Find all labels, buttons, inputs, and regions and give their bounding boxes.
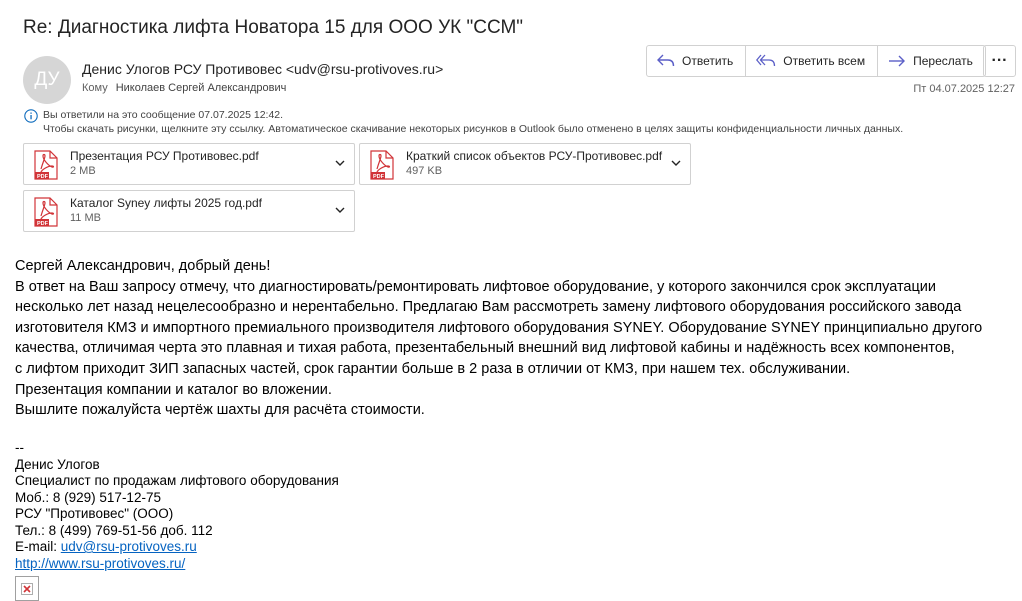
attachment-size: 11 MB bbox=[70, 212, 101, 224]
body-line: Вышлите пожалуйста чертёж шахты для расч… bbox=[15, 402, 425, 419]
signature-phone: Тел.: 8 (499) 769-51-56 доб. 112 bbox=[15, 522, 213, 538]
email-subject: Re: Диагностика лифта Новатора 15 для ОО… bbox=[23, 17, 524, 38]
chevron-down-icon[interactable] bbox=[670, 157, 682, 169]
attachment-item[interactable]: PDF Презентация РСУ Противовес.pdf 2 MB bbox=[23, 143, 355, 185]
pdf-icon: PDF bbox=[34, 150, 58, 180]
reply-label: Ответить bbox=[682, 54, 734, 68]
signature-website-row: http://www.rsu-protivoves.ru/ bbox=[15, 556, 339, 573]
attachment-size: 2 MB bbox=[70, 165, 96, 177]
reply-icon bbox=[657, 54, 675, 67]
to-label: Кому bbox=[82, 82, 108, 94]
attachment-name: Презентация РСУ Противовес.pdf bbox=[70, 149, 259, 163]
svg-text:PDF: PDF bbox=[373, 174, 385, 180]
forward-icon bbox=[889, 55, 906, 67]
message-body: Сергей Александрович, добрый день! В отв… bbox=[15, 256, 1015, 421]
greeting: Сергей Александрович, добрый день! bbox=[15, 258, 271, 274]
recipient-name[interactable]: Николаев Сергей Александрович bbox=[116, 82, 287, 94]
reply-toolbar: Ответить Ответить всем Переслать bbox=[646, 45, 986, 77]
signature-name: Денис Улогов bbox=[15, 456, 100, 472]
chevron-down-icon[interactable] bbox=[334, 204, 346, 216]
svg-text:PDF: PDF bbox=[37, 221, 49, 227]
pdf-icon: PDF bbox=[370, 150, 394, 180]
attachment-name: Краткий список объектов РСУ-Противовес.p… bbox=[406, 149, 663, 163]
email-label: E-mail: bbox=[15, 539, 61, 554]
body-line: несколько лет назад нецелесообразно и не… bbox=[15, 299, 962, 316]
body-line: изготовителя КМЗ и импортного премиально… bbox=[15, 319, 983, 336]
website-link[interactable]: http://www.rsu-protivoves.ru/ bbox=[15, 556, 185, 571]
info-icon bbox=[24, 109, 38, 123]
info-bar: Вы ответили на это сообщение 07.07.2025 … bbox=[24, 108, 903, 136]
attachment-size: 497 KB bbox=[406, 165, 443, 177]
signature-email-row: E-mail: udv@rsu-protivoves.ru bbox=[15, 539, 339, 556]
replied-notice: Вы ответили на это сообщение 07.07.2025 … bbox=[43, 109, 284, 121]
signature-company: РСУ "Противовес" (ООО) bbox=[15, 506, 174, 521]
signature: -- Денис Улогов Специалист по продажам л… bbox=[15, 440, 339, 572]
chevron-down-icon[interactable] bbox=[334, 157, 346, 169]
signature-mobile: Моб.: 8 (929) 517-12-75 bbox=[15, 489, 161, 505]
svg-text:PDF: PDF bbox=[37, 174, 49, 180]
reply-button[interactable]: Ответить bbox=[647, 46, 747, 76]
forward-label: Переслать bbox=[913, 54, 973, 68]
avatar: ДУ bbox=[23, 56, 71, 104]
sent-date: Пт 04.07.2025 12:27 bbox=[913, 83, 1015, 95]
signature-position: Специалист по продажам лифтового оборудо… bbox=[15, 473, 339, 488]
reply-all-button[interactable]: Ответить всем bbox=[746, 46, 879, 76]
body-line: Презентация компании и каталог во вложен… bbox=[15, 381, 332, 398]
body-line: с лифтом приходит ЗИП запасных частей, с… bbox=[15, 360, 851, 377]
signature-separator: -- bbox=[15, 440, 24, 455]
attachment-item[interactable]: PDF Краткий список объектов РСУ-Противов… bbox=[359, 143, 691, 185]
more-actions-button[interactable]: ··· bbox=[983, 45, 1016, 77]
attachment-item[interactable]: PDF Каталог Syney лифты 2025 год.pdf 11 … bbox=[23, 190, 355, 232]
reply-all-icon bbox=[756, 54, 776, 67]
attachment-name: Каталог Syney лифты 2025 год.pdf bbox=[70, 196, 262, 210]
broken-image-icon[interactable] bbox=[15, 576, 39, 601]
forward-button[interactable]: Переслать bbox=[878, 46, 985, 76]
pdf-icon: PDF bbox=[34, 197, 58, 227]
body-line: В ответ на Ваш запросу отмечу, что диагн… bbox=[15, 278, 937, 295]
body-line: качества, отличимая черта это плавная и … bbox=[15, 340, 955, 357]
reply-all-label: Ответить всем bbox=[783, 54, 866, 68]
recipient-row: Кому Николаев Сергей Александрович bbox=[82, 82, 286, 94]
sender-name[interactable]: Денис Улогов РСУ Противовес <udv@rsu-pro… bbox=[82, 61, 443, 77]
email-link[interactable]: udv@rsu-protivoves.ru bbox=[61, 539, 197, 554]
download-pictures-notice[interactable]: Чтобы скачать рисунки, щелкните эту ссыл… bbox=[43, 122, 903, 136]
